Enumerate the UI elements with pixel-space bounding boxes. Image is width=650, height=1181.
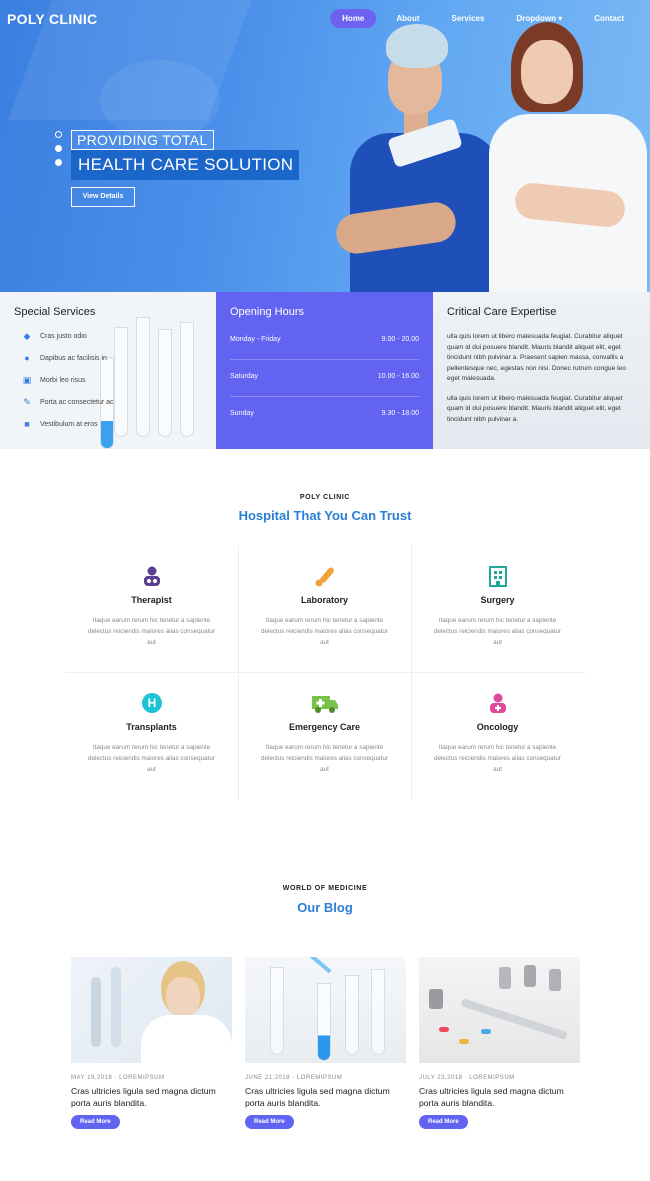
read-more-button[interactable]: Read More [245, 1115, 294, 1129]
service-list-item[interactable]: ● Dapibus ac facilisis in [14, 354, 202, 363]
hero-line1: PROVIDING TOTAL [71, 130, 214, 150]
blog-post: MAY 19,2018 · LOREMIPSUM Cras ultricies … [71, 957, 232, 1129]
brand-logo[interactable]: POLY CLINIC [7, 11, 97, 27]
service-desc: Itaque earum rerum hic tenetur a sapient… [433, 617, 562, 646]
critical-care-title: Critical Care Expertise [447, 306, 557, 318]
service-title: Laboratory [300, 595, 348, 605]
info-strip: Special Services ◆ Cras justo odio ● Dapib… [0, 292, 650, 449]
slider-dot[interactable] [55, 145, 62, 152]
view-details-button[interactable]: View Details [71, 187, 135, 207]
slider-dots [55, 131, 62, 166]
service-list-item[interactable]: ◆ Cras justo odio [14, 332, 202, 341]
read-more-button[interactable]: Read More [419, 1115, 468, 1129]
section-kicker: POLY CLINIC [299, 494, 351, 501]
critical-care-paragraph: ulla quis lorem ut libero malesuada feug… [447, 394, 623, 423]
svg-text:H: H [147, 696, 156, 710]
service-label: Vestibulum at eros [40, 421, 98, 428]
pencil-icon: ✎ [23, 397, 31, 407]
section-heading: Hospital That You Can Trust [238, 508, 412, 523]
service-desc: Itaque earum rerum hic tenetur a sapient… [87, 617, 216, 646]
service-card[interactable]: Laboratory Itaque earum rerum hic tenetu… [238, 545, 411, 672]
hospital-icon [487, 565, 509, 587]
service-card[interactable]: Oncology Itaque earum rerum hic tenetur … [411, 672, 584, 799]
post-title[interactable]: Cras ultricies ligula sed magna dictum p… [71, 1085, 232, 1109]
ambulance-icon [311, 692, 339, 714]
service-desc: Itaque earum rerum hic tenetur a sapient… [260, 617, 389, 646]
service-title: Transplants [126, 722, 177, 732]
blog-post: JUNE 21,2018 · LOREMIPSUM Cras ultricies… [245, 957, 406, 1129]
hours-day: Sunday [230, 410, 254, 417]
doctor-icon [141, 565, 163, 587]
post-title[interactable]: Cras ultricies ligula sed magna dictum p… [419, 1085, 580, 1109]
hours-day: Saturday [230, 373, 259, 380]
hours-row: Sunday 9.30 - 18.00 [230, 406, 419, 433]
read-more-button[interactable]: Read More [71, 1115, 120, 1129]
service-card[interactable]: Surgery Itaque earum rerum hic tenetur a… [411, 545, 584, 672]
hero-bg-shape [100, 60, 220, 140]
h-sign-icon: H [141, 692, 163, 714]
opening-hours-panel: Opening Hours Monday - Friday 9.00 - 20.0… [216, 292, 433, 449]
thermometer-icon [314, 565, 336, 587]
service-list-item[interactable]: ✎ Porta ac consectetur ac [14, 398, 202, 407]
doctor-photo [330, 18, 510, 292]
blog-list: MAY 19,2018 · LOREMIPSUM Cras ultricies … [71, 957, 580, 1137]
blog-post: JULY 23,2018 · LOREMIPSUM Cras ultricies… [419, 957, 580, 1129]
service-desc: Itaque earum rerum hic tenetur a sapient… [433, 744, 562, 773]
image-icon: ▣ [22, 375, 32, 385]
diamond-icon: ◆ [23, 331, 31, 341]
service-card[interactable]: Therapist Itaque earum rerum hic tenetur… [65, 545, 238, 672]
hours-row: Saturday 10.00 - 16.00 [230, 369, 419, 397]
hero-line2: HEALTH CARE SOLUTION [71, 150, 299, 180]
truck-icon: ■ [24, 419, 30, 429]
critical-care-paragraph: ulla quis lorem ut libero malesuada feug… [447, 333, 626, 382]
service-title: Emergency Care [288, 722, 361, 732]
critical-care-panel: Critical Care Expertise ulla quis lorem … [433, 292, 650, 449]
blog-thumbnail[interactable] [245, 957, 406, 1063]
blog-kicker: WORLD OF MEDICINE [282, 885, 368, 892]
hours-row: Monday - Friday 9.00 - 20.00 [230, 332, 419, 360]
hours-time: 9.00 - 20.00 [381, 336, 419, 343]
post-meta: JULY 23,2018 · LOREMIPSUM [419, 1075, 515, 1081]
slider-dot[interactable] [55, 159, 62, 166]
service-title: Oncology [476, 722, 519, 732]
nurse-photo [485, 22, 650, 292]
hero-banner: POLY CLINIC Home About Services Dropdown… [0, 0, 650, 292]
opening-hours-title: Opening Hours [230, 306, 304, 318]
special-services-panel: Special Services ◆ Cras justo odio ● Dapib… [0, 292, 216, 449]
service-desc: Itaque earum rerum hic tenetur a sapient… [260, 744, 389, 773]
slider-dot[interactable] [55, 131, 62, 138]
service-label: Porta ac consectetur ac [40, 399, 114, 406]
hours-time: 9.30 - 18.00 [381, 410, 419, 417]
hours-day: Monday - Friday [230, 336, 281, 343]
service-label: Cras justo odio [40, 333, 87, 340]
blog-thumbnail[interactable] [71, 957, 232, 1063]
service-title: Surgery [480, 595, 515, 605]
service-card[interactable]: Emergency Care Itaque earum rerum hic te… [238, 672, 411, 799]
hours-time: 10.00 - 16.00 [377, 373, 419, 380]
service-label: Morbi leo risus [40, 377, 86, 384]
service-label: Dapibus ac facilisis in [40, 355, 107, 362]
services-grid: Therapist Itaque earum rerum hic tenetur… [65, 545, 585, 800]
nurse-icon [487, 692, 509, 714]
user-icon: ● [24, 353, 30, 363]
blog-thumbnail[interactable] [419, 957, 580, 1063]
service-list-item[interactable]: ▣ Morbi leo risus [14, 376, 202, 385]
post-meta: JUNE 21,2018 · LOREMIPSUM [245, 1075, 343, 1081]
service-list-item[interactable]: ■ Vestibulum at eros [14, 420, 202, 429]
post-meta: MAY 19,2018 · LOREMIPSUM [71, 1075, 165, 1081]
post-title[interactable]: Cras ultricies ligula sed magna dictum p… [245, 1085, 406, 1109]
service-card[interactable]: H Transplants Itaque earum rerum hic ten… [65, 672, 238, 799]
service-title: Therapist [131, 595, 172, 605]
service-desc: Itaque earum rerum hic tenetur a sapient… [87, 744, 216, 773]
blog-heading: Our Blog [297, 900, 353, 915]
